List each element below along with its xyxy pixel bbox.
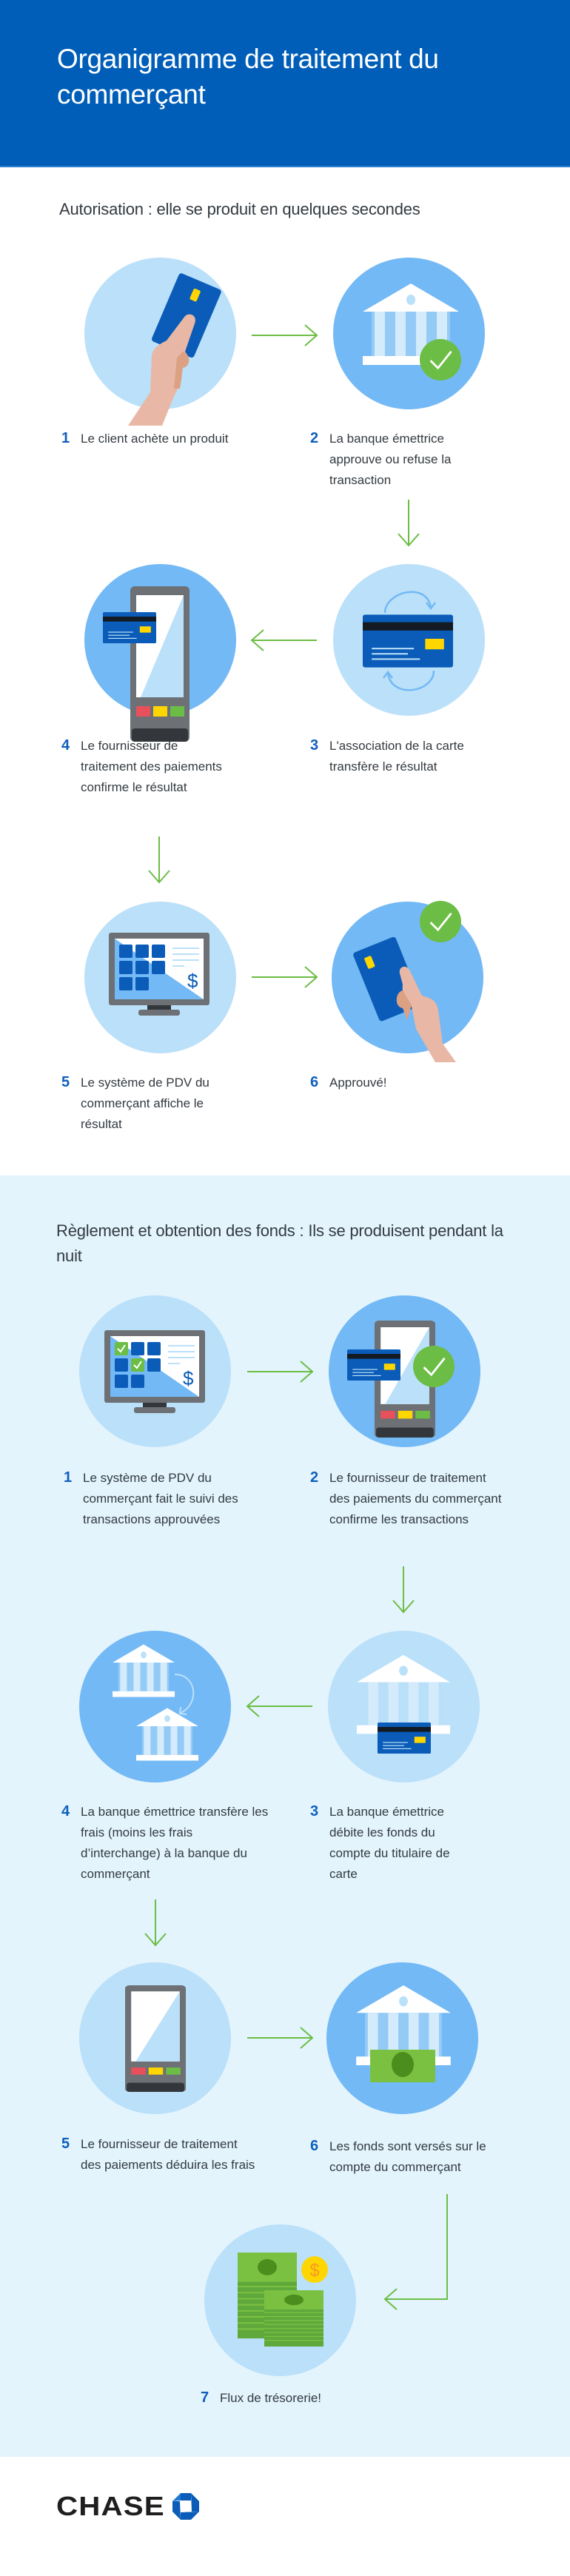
step-text: Approuvé! [329, 1076, 387, 1090]
check-icon [413, 1346, 455, 1387]
arrow-right-icon [252, 324, 318, 346]
step-text: La banque émettrice transfère les frais … [81, 1805, 269, 1881]
step-text: Les fonds sont versés sur le compte du c… [329, 2139, 486, 2174]
coin-dollar-icon: $ [301, 2256, 328, 2283]
payment-terminal-icon [130, 586, 190, 742]
step-text: Le fournisseur de traitement des paiemen… [81, 739, 222, 794]
step-number: 4 [61, 1803, 70, 1819]
step-number: 4 [61, 737, 70, 754]
step-text: Le fournisseur de traitement des paiemen… [81, 2137, 255, 2172]
arrow-right-icon [247, 2027, 314, 2049]
step-number: 3 [310, 737, 319, 754]
step-text: L'association de la carte transfère le r… [329, 739, 464, 774]
step-number: 7 [201, 2389, 209, 2406]
brand-name: CHASE [56, 2491, 165, 2521]
step-text: Le fournisseur de traitement des paiemen… [329, 1471, 502, 1526]
step-number: 2 [310, 1469, 319, 1486]
credit-card-icon [103, 611, 156, 644]
banknote-icon [370, 2050, 435, 2082]
step-number: 5 [61, 1074, 70, 1090]
svg-text:$: $ [309, 2261, 319, 2281]
arrow-down-icon [148, 836, 170, 884]
transfer-arrow-icon [174, 1674, 195, 1715]
step-number: 5 [61, 2136, 70, 2152]
bank-icon [113, 1644, 175, 1697]
step-text: Le système de PDV du commerçant fait le … [83, 1471, 238, 1526]
section-heading-authorization: Autorisation : elle se produit en quelqu… [59, 200, 420, 218]
page-title: Organigramme de traitement du commerçant [57, 44, 439, 110]
arrow-left-icon [246, 1695, 312, 1717]
header-banner: Organigramme de traitement du commerçant [0, 0, 570, 167]
step-number: 3 [310, 1803, 319, 1819]
hand-holding-card-icon [128, 273, 221, 426]
arrow-down-icon [144, 1899, 167, 1947]
step-number: 1 [64, 1469, 73, 1486]
step-number: 1 [61, 430, 70, 446]
cash-stack-icon [264, 2290, 323, 2347]
step-number: 6 [310, 1074, 319, 1090]
arrow-left-icon [250, 629, 317, 651]
section-heading-settlement: Règlement et obtention des fonds : Ils s… [56, 1221, 503, 1265]
step-number: 2 [310, 430, 319, 446]
arrow-elbow-left-icon [383, 2194, 448, 2310]
step-text: Le système de PDV du commerçant affiche … [81, 1076, 209, 1131]
arrow-right-icon [247, 1361, 314, 1383]
pos-monitor-checks-icon [104, 1330, 205, 1413]
chase-octagon-icon [172, 2493, 199, 2520]
arrow-down-icon [392, 1566, 415, 1614]
check-icon [420, 339, 461, 380]
step-text: La banque émettrice approuve ou refuse l… [329, 432, 452, 487]
card-sync-icon [363, 591, 453, 691]
arrow-down-icon [398, 500, 420, 547]
pos-monitor-icon [109, 933, 209, 1016]
arrow-right-icon [252, 966, 318, 988]
step-text: Le client achète un produit [81, 432, 229, 446]
check-icon [420, 901, 461, 942]
step-text: La banque émettrice débite les fonds du … [329, 1805, 450, 1881]
step-text: Flux de trésorerie! [220, 2391, 321, 2405]
credit-card-icon [378, 1722, 431, 1754]
credit-card-icon [347, 1349, 400, 1381]
payment-terminal-icon [125, 1985, 186, 2092]
step-number: 6 [310, 2138, 319, 2154]
